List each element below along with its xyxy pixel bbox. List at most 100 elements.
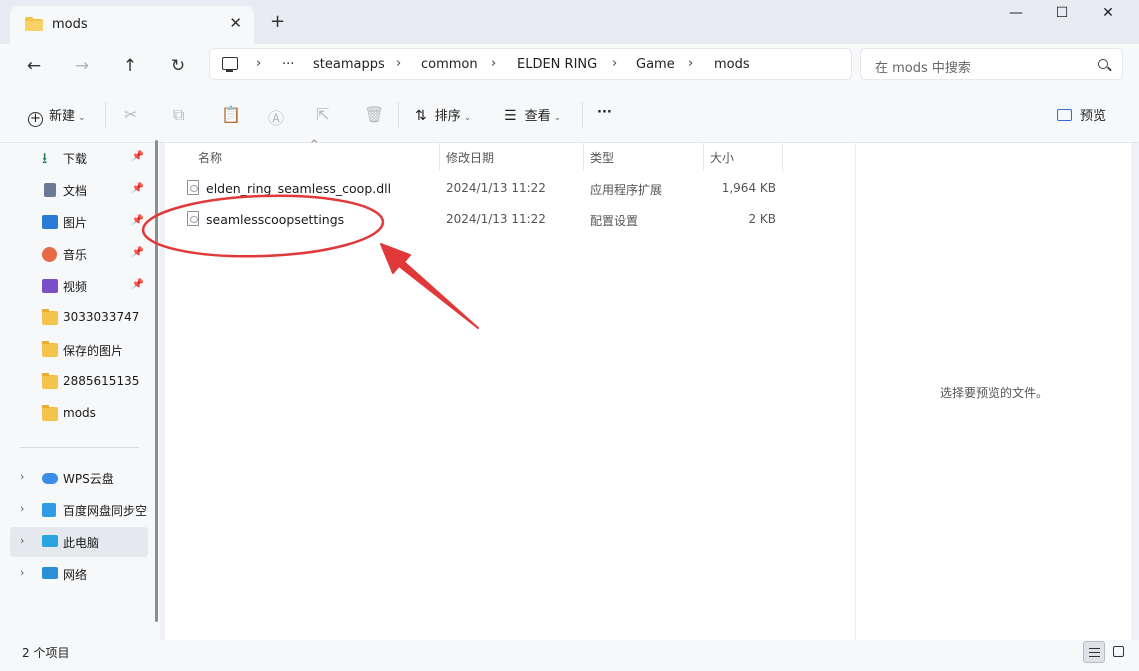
forward-button[interactable]: →	[68, 53, 96, 79]
item-count: 2 个项目	[22, 646, 70, 660]
chevron-right-icon[interactable]: ›	[20, 566, 24, 579]
baidu-sync-icon	[42, 503, 56, 517]
breadcrumb-game[interactable]: Game	[636, 57, 675, 72]
back-button[interactable]: ←	[20, 53, 48, 79]
breadcrumb-common[interactable]: common	[421, 57, 478, 72]
sidebar-scrollbar[interactable]	[155, 140, 158, 622]
videos-icon	[42, 279, 58, 293]
close-window-button[interactable]: ✕	[1085, 5, 1131, 27]
pin-icon[interactable]: 📌	[132, 279, 144, 290]
column-divider[interactable]	[439, 143, 440, 171]
breadcrumb-more[interactable]: ···	[282, 57, 294, 72]
sidebar-item-baidu-sync[interactable]: › 百度网盘同步空	[10, 495, 148, 525]
sidebar-item-pictures[interactable]: 图片 📌	[10, 207, 148, 237]
sort-button[interactable]: ⇅ 排序 ⌄	[415, 105, 471, 124]
column-header-name[interactable]: 名称	[198, 149, 222, 166]
sidebar-item-mods[interactable]: mods	[10, 399, 148, 429]
sidebar-item-label: 百度网盘同步空	[63, 504, 148, 518]
chevron-right-icon[interactable]: ›	[20, 470, 24, 483]
file-size: 1,964 KB	[721, 181, 776, 195]
sort-label: 排序	[434, 109, 461, 124]
share-icon[interactable]: ⇱	[316, 105, 329, 124]
download-icon: ⭳	[42, 149, 48, 167]
address-bar[interactable]: › ··· steamapps › common › ELDEN RING › …	[209, 48, 852, 80]
details-view-button[interactable]	[1083, 641, 1105, 663]
breadcrumb-steamapps[interactable]: steamapps	[313, 57, 385, 72]
tab-title: mods	[52, 17, 88, 32]
breadcrumb-elden-ring[interactable]: ELDEN RING	[517, 57, 597, 72]
pin-icon[interactable]: 📌	[132, 151, 144, 162]
column-header-modified[interactable]: 修改日期	[446, 149, 494, 166]
tiles-view-icon	[1113, 646, 1124, 657]
minimize-button[interactable]: —	[993, 5, 1039, 27]
column-header-size[interactable]: 大小	[710, 149, 734, 166]
folder-icon	[42, 405, 58, 421]
sidebar-item-saved-pictures[interactable]: 保存的图片	[10, 335, 148, 365]
column-divider[interactable]	[583, 143, 584, 171]
chevron-down-icon: ⌄	[553, 113, 562, 123]
new-button[interactable]: + 新建 ⌄	[28, 105, 86, 127]
toolbar-divider	[398, 102, 399, 128]
pin-icon[interactable]: 📌	[132, 215, 144, 226]
breadcrumb-separator[interactable]: ›	[491, 56, 496, 71]
copy-icon[interactable]: ⧉	[173, 105, 184, 125]
file-type: 应用程序扩展	[590, 183, 663, 197]
new-tab-button[interactable]: +	[270, 11, 285, 32]
toolbar-divider	[105, 102, 106, 128]
maximize-button[interactable]: ☐	[1039, 5, 1085, 27]
column-divider[interactable]	[703, 143, 704, 171]
preview-button[interactable]: 预览	[1057, 105, 1106, 124]
table-row[interactable]: elden_ring_seamless_coop.dll 2024/1/13 1…	[165, 174, 855, 204]
column-header-type[interactable]: 类型	[590, 149, 614, 166]
refresh-button[interactable]: ↻	[164, 53, 192, 79]
breadcrumb-mods[interactable]: mods	[714, 57, 750, 72]
paste-icon[interactable]: 📋	[221, 105, 241, 124]
tab-mods[interactable]: mods ✕	[10, 6, 254, 44]
breadcrumb-separator[interactable]: ›	[612, 56, 617, 71]
sidebar-item-network[interactable]: › 网络	[10, 559, 148, 589]
documents-icon	[44, 183, 56, 197]
cloud-icon	[42, 473, 58, 484]
breadcrumb-separator[interactable]: ›	[688, 56, 693, 71]
table-row[interactable]: seamlesscoopsettings 2024/1/13 11:22 配置设…	[165, 205, 855, 235]
file-modified: 2024/1/13 11:22	[446, 212, 546, 226]
chevron-right-icon[interactable]: ›	[20, 502, 24, 515]
sidebar-item-label: 2885615135	[63, 374, 140, 388]
sidebar-item-music[interactable]: 音乐 📌	[10, 239, 148, 269]
delete-icon[interactable]: 🗑	[364, 105, 384, 124]
rename-icon[interactable]: Ⓐ	[268, 105, 284, 129]
sidebar-item-videos[interactable]: 视频 📌	[10, 271, 148, 301]
sidebar-item-folder-3033033747[interactable]: 3033033747	[10, 303, 148, 333]
sidebar-item-downloads[interactable]: ⭳ 下载 📌	[10, 143, 148, 173]
sidebar-item-label: mods	[63, 406, 96, 420]
cut-icon[interactable]: ✂	[124, 105, 137, 124]
view-button[interactable]: ☰ 查看 ⌄	[504, 105, 561, 124]
column-divider[interactable]	[782, 143, 783, 171]
sidebar-item-this-pc[interactable]: › 此电脑	[10, 527, 148, 557]
pin-icon[interactable]: 📌	[132, 247, 144, 258]
chevron-right-icon[interactable]: ›	[20, 534, 24, 547]
search-input[interactable]: 在 mods 中搜索	[860, 48, 1123, 80]
sidebar-item-folder-2885615135[interactable]: 2885615135	[10, 367, 148, 397]
file-name: seamlesscoopsettings	[206, 212, 345, 227]
folder-icon	[42, 373, 58, 389]
folder-icon	[42, 341, 58, 357]
details-view-icon	[1089, 648, 1100, 657]
breadcrumb-separator[interactable]: ›	[396, 56, 401, 71]
tab-close-icon[interactable]: ✕	[229, 14, 242, 32]
sort-ascending-icon: ^	[310, 139, 319, 150]
breadcrumb-separator[interactable]: ›	[256, 56, 261, 71]
up-button[interactable]: ↑	[116, 53, 144, 79]
pin-icon[interactable]: 📌	[132, 183, 144, 194]
settings-file-icon	[187, 211, 199, 226]
more-options-button[interactable]: ···	[597, 105, 612, 120]
toolbar-divider	[582, 102, 583, 128]
folder-icon	[25, 17, 43, 31]
tiles-view-button[interactable]	[1108, 641, 1130, 663]
this-pc-icon[interactable]	[222, 57, 238, 72]
search-icon	[1098, 59, 1108, 69]
sidebar-divider	[20, 447, 139, 448]
sidebar-item-wps-cloud[interactable]: › WPS云盘	[10, 463, 148, 493]
sidebar-item-documents[interactable]: 文档 📌	[10, 175, 148, 205]
new-label: 新建	[49, 109, 76, 124]
